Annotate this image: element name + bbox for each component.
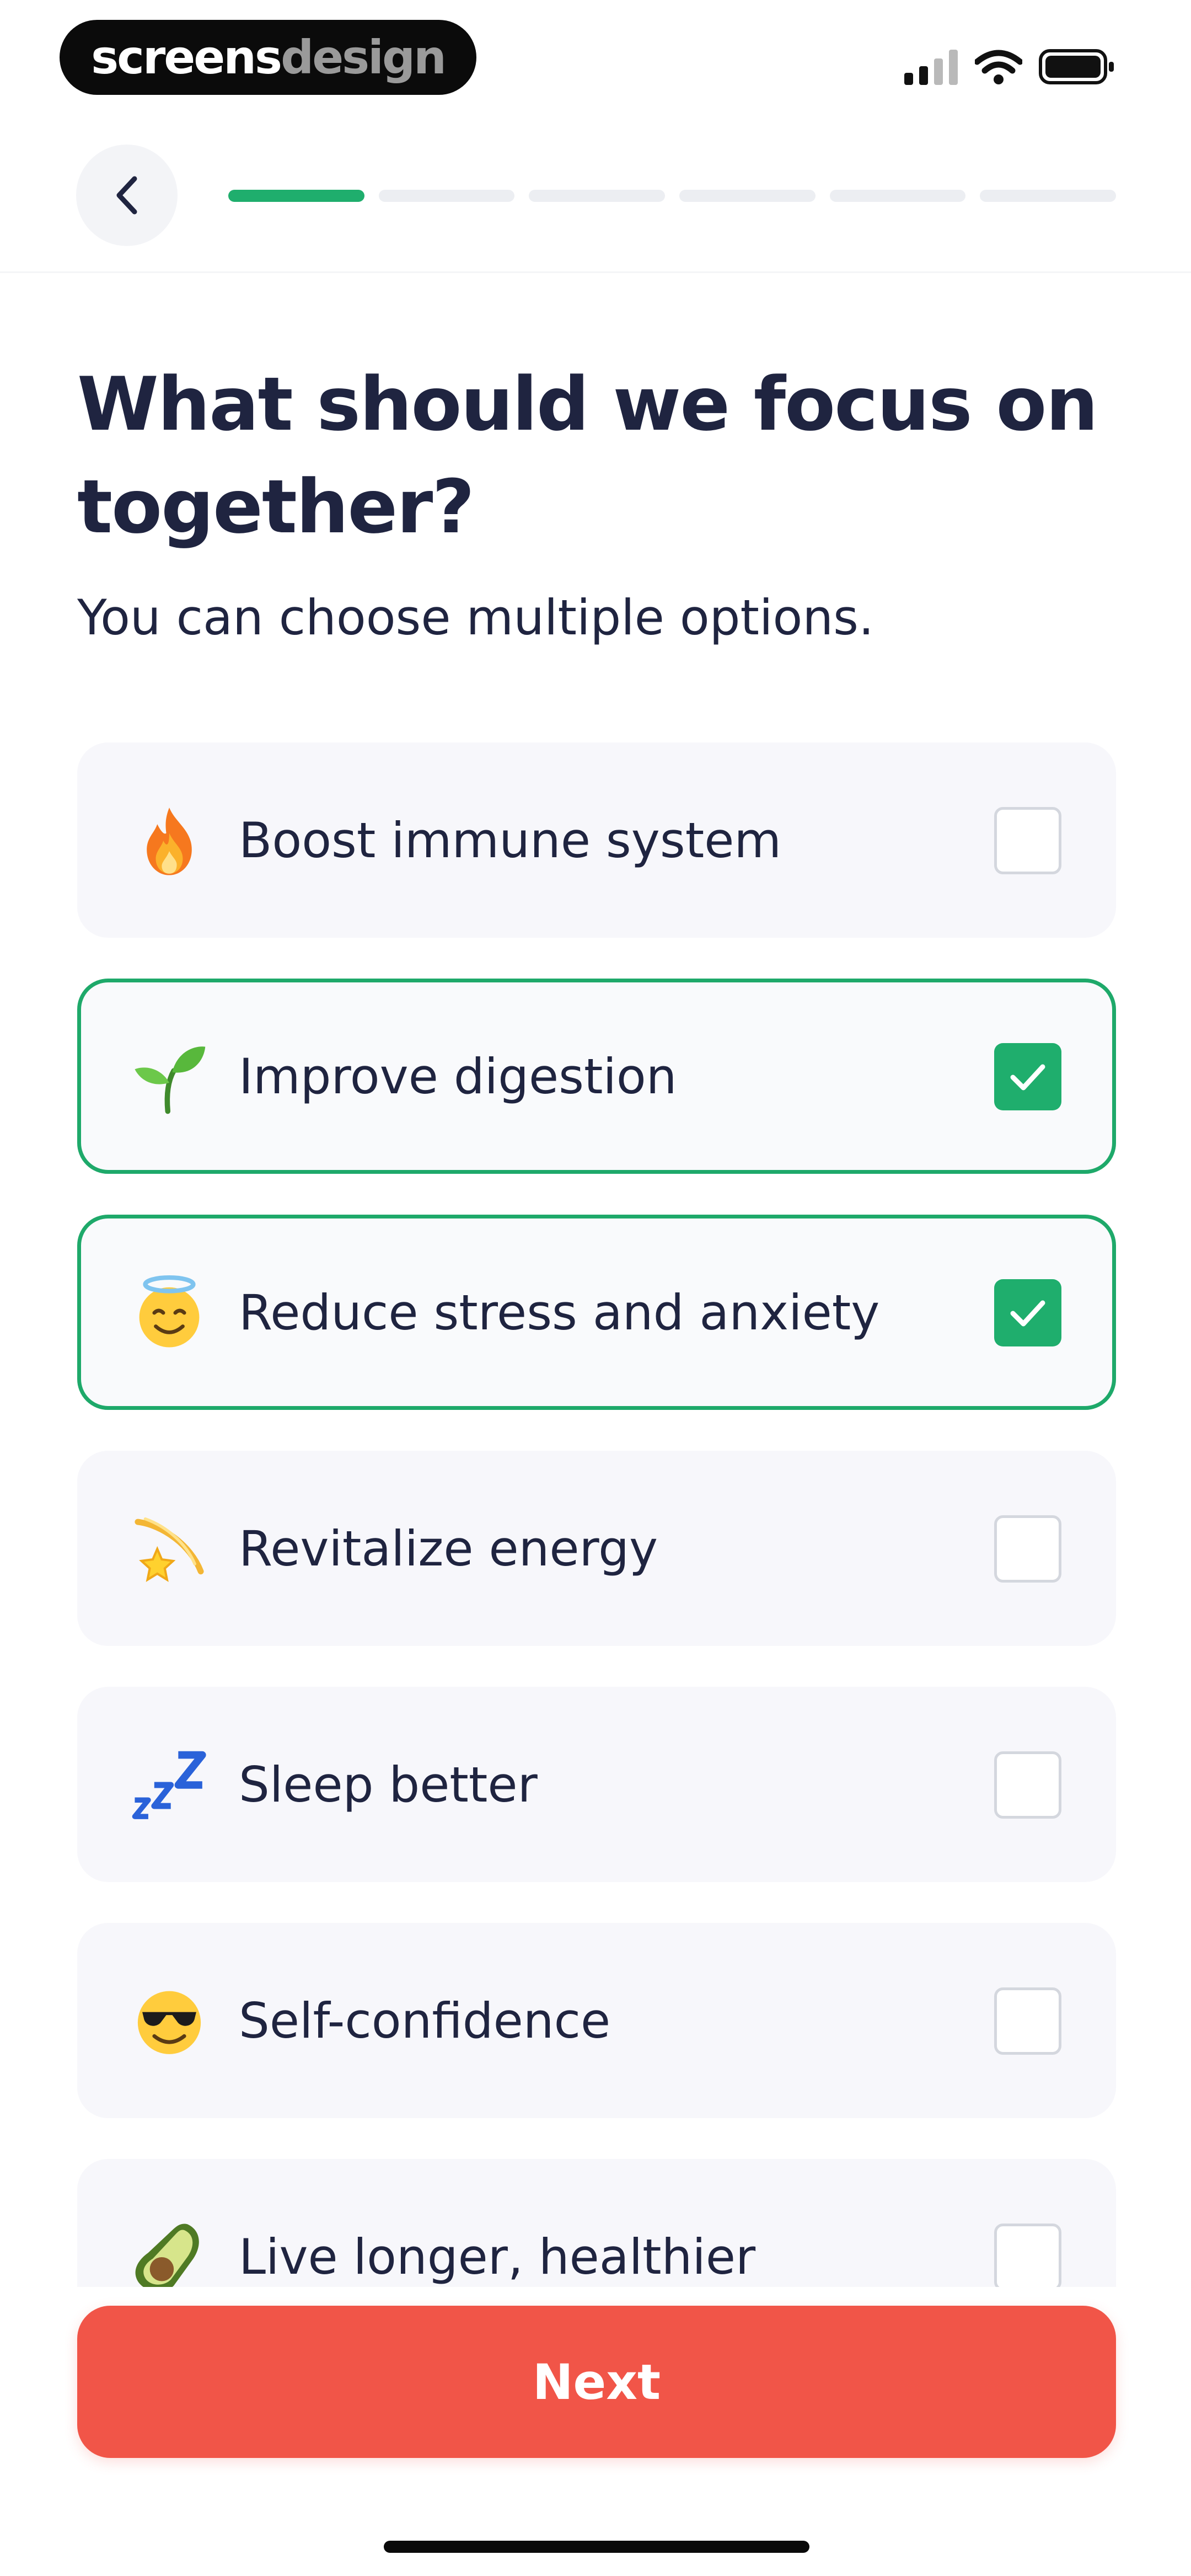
header-divider [0,271,1191,273]
option-checkbox[interactable] [994,1515,1061,1583]
option-checkbox[interactable] [994,807,1061,874]
option-checkbox[interactable] [994,1751,1061,1819]
option-label: Improve digestion [239,1047,677,1105]
option-label: Boost immune system [239,811,782,869]
onboarding-screen: screens design What should we focus on to… [0,0,1191,2576]
progress-segment [378,190,515,202]
option-sleep-better[interactable]: Sleep better [77,1687,1116,1882]
home-indicator [384,2541,809,2553]
option-checkbox[interactable] [994,2224,1061,2287]
zzz-icon [132,1751,206,1819]
option-label: Reduce stress and anxiety [239,1284,880,1341]
option-revitalize-energy[interactable]: Revitalize energy [77,1451,1116,1646]
brand-text-screens: screens [91,30,282,84]
smiling-face-with-sunglasses-icon [137,1991,201,2054]
option-improve-digestion[interactable]: Improve digestion [77,979,1116,1174]
battery-icon [1039,49,1114,84]
progress-segment [980,190,1117,202]
option-label: Sleep better [239,1756,538,1813]
checkmark-icon [1010,1300,1045,1327]
option-checkbox[interactable] [994,1987,1061,2055]
page-subtitle: You can choose multiple options. [77,589,874,646]
option-boost-immune-system[interactable]: Boost immune system [77,742,1116,938]
option-checkbox[interactable] [994,1279,1061,1346]
option-reduce-stress[interactable]: Reduce stress and anxiety [77,1215,1116,1410]
progress-segment [529,190,666,202]
progress-segment [829,190,966,202]
step-progress-bar [228,190,1117,202]
back-button[interactable] [76,145,178,246]
page-title: What should we focus on together? [77,361,1098,550]
chevron-left-icon [116,176,137,215]
next-button[interactable]: Next [77,2306,1116,2458]
option-self-confidence[interactable]: Self-confidence [77,1923,1116,2118]
checkmark-icon [1010,1064,1045,1091]
cellular-signal-icon [904,50,958,85]
smiling-face-with-halo-icon [139,1275,200,1348]
progress-segment [228,190,364,202]
avocado-icon [135,2224,199,2287]
dizzy-star-icon [135,1517,204,1582]
option-checkbox[interactable] [994,1043,1061,1110]
focus-options-list: Boost immune system Improve digestion Re… [77,742,1116,2287]
brand-watermark: screens design [60,20,476,95]
option-label: Live longer, healthier [239,2228,756,2285]
progress-segment [679,190,816,202]
option-label: Self-confidence [239,1992,611,2049]
seedling-icon [135,1046,206,1114]
option-live-longer[interactable]: Live longer, healthier [77,2159,1116,2287]
option-label: Revitalize energy [239,1520,658,1577]
brand-text-design: design [281,30,447,84]
wifi-icon [975,50,1022,84]
fire-icon [147,808,192,875]
